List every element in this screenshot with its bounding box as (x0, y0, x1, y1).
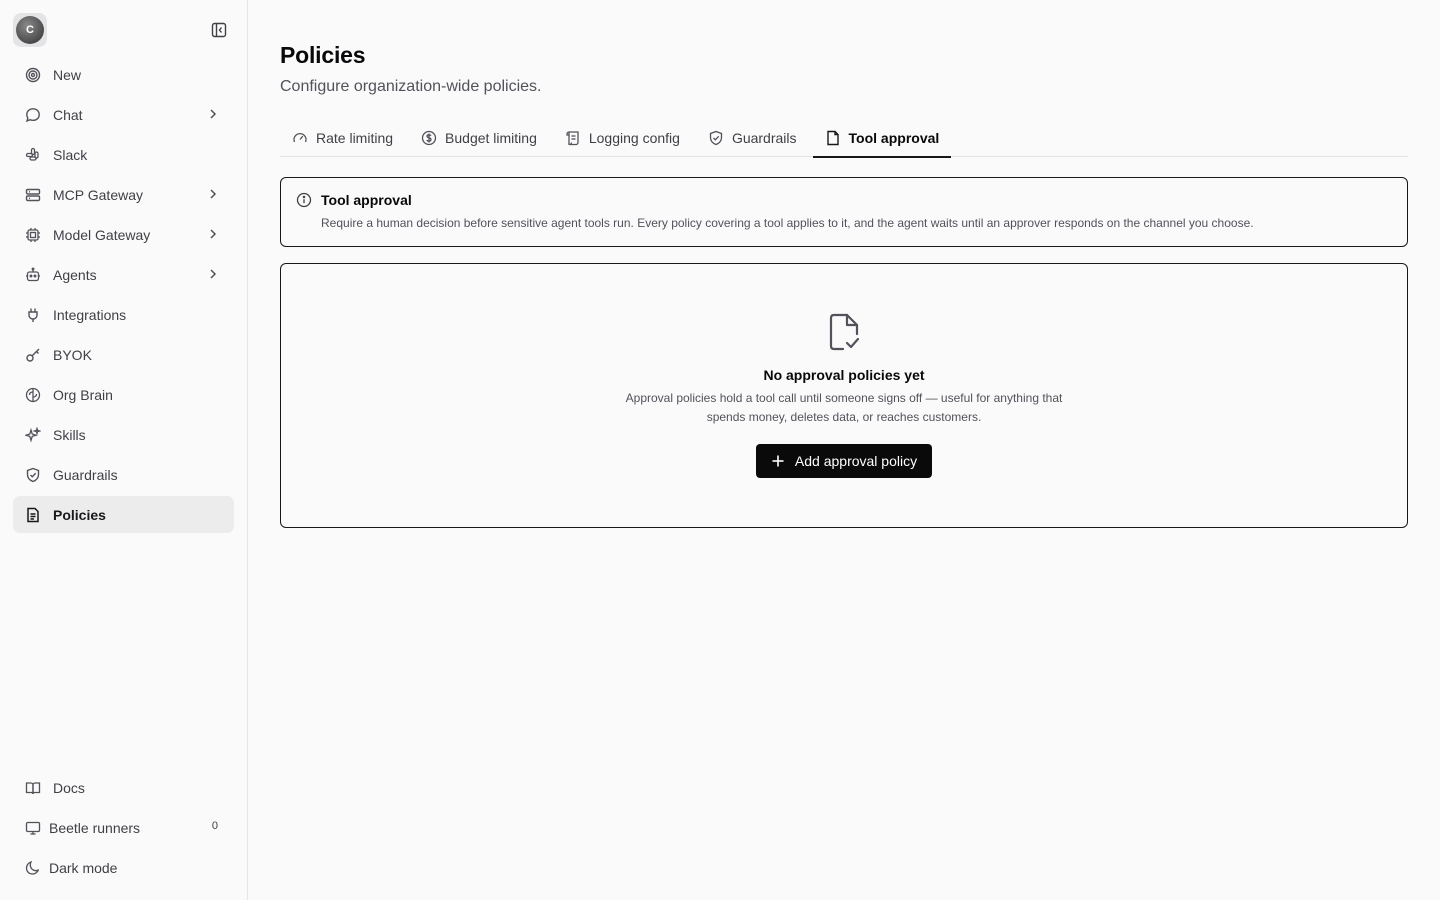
sidebar-item-label: Model Gateway (53, 226, 151, 243)
sidebar-item-label: Policies (53, 506, 106, 523)
sidebar-item-slack[interactable]: Slack (13, 136, 234, 173)
slack-icon (24, 146, 42, 164)
shield-check-icon (708, 130, 724, 146)
sidebar-item-label: Guardrails (53, 466, 118, 483)
empty-state-description: Approval policies hold a tool call until… (625, 391, 1063, 424)
chevron-right-icon (206, 227, 220, 241)
file-check-icon (825, 130, 841, 146)
sidebar-item-policies[interactable]: Policies (13, 496, 234, 533)
sidebar-item-new[interactable]: New (13, 56, 234, 93)
tab-guardrails[interactable]: Guardrails (696, 118, 809, 157)
sidebar-item-label: Dark mode (49, 859, 118, 876)
moon-icon (24, 859, 42, 877)
key-icon (24, 346, 42, 364)
chevron-right-icon (206, 107, 220, 121)
sparkles-icon (24, 426, 42, 444)
server-icon (24, 186, 42, 204)
panel-left-icon (211, 22, 227, 38)
sidebar-item-skills[interactable]: Skills (13, 416, 234, 453)
plus-icon (771, 454, 785, 468)
tab-label: Guardrails (731, 129, 797, 146)
sidebar-collapse-button[interactable] (209, 20, 229, 40)
plug-icon (24, 306, 42, 324)
sidebar-item-label: Chat (53, 106, 83, 123)
gauge-icon (292, 130, 308, 146)
sidebar: C New Chat Slack MCP Gateway Model Gatew… (0, 0, 248, 900)
chat-bubble-icon (24, 106, 42, 124)
target-icon (24, 66, 42, 84)
policy-tabs: Rate limiting Budget limiting Logging co… (280, 118, 1408, 158)
bot-icon (24, 266, 42, 284)
page-title: Policies (280, 42, 366, 68)
sidebar-item-beetle-runners[interactable]: Beetle runners 0 (13, 809, 234, 846)
tab-logging-config[interactable]: Logging config (553, 118, 692, 157)
button-label: Add approval policy (794, 453, 918, 469)
sidebar-item-byok[interactable]: BYOK (13, 336, 234, 373)
add-approval-policy-button[interactable]: Add approval policy (756, 444, 932, 478)
tab-label: Rate limiting (316, 129, 394, 146)
info-description: Require a human decision before sensitiv… (321, 216, 1254, 230)
sidebar-item-org-brain[interactable]: Org Brain (13, 376, 234, 413)
runner-count-badge: 0 (211, 820, 218, 832)
scroll-icon (565, 130, 581, 146)
info-icon (296, 192, 312, 208)
avatar: C (16, 16, 44, 44)
sidebar-bottom-nav: Docs Beetle runners 0 Dark mode (13, 769, 234, 889)
page-subtitle: Configure organization-wide policies. (280, 78, 542, 95)
monitor-icon (24, 819, 42, 837)
shield-check-icon (24, 466, 42, 484)
sidebar-item-docs[interactable]: Docs (13, 769, 234, 806)
sidebar-item-label: Org Brain (53, 386, 113, 403)
sidebar-item-label: Docs (53, 779, 85, 796)
info-title: Tool approval (321, 192, 412, 208)
sidebar-nav: New Chat Slack MCP Gateway Model Gateway… (13, 56, 234, 536)
tab-label: Tool approval (848, 129, 940, 146)
sidebar-item-label: Skills (53, 426, 86, 443)
chevron-right-icon (206, 187, 220, 201)
book-open-icon (24, 779, 42, 797)
sidebar-item-agents[interactable]: Agents (13, 256, 234, 293)
file-check-icon (827, 312, 861, 352)
tab-budget-limiting[interactable]: Budget limiting (409, 118, 549, 157)
tab-tool-approval[interactable]: Tool approval (812, 118, 952, 158)
sidebar-item-mcp-gateway[interactable]: MCP Gateway (13, 176, 234, 213)
sidebar-item-label: New (53, 66, 82, 83)
chevron-right-icon (206, 267, 220, 281)
sidebar-item-label: BYOK (53, 346, 92, 363)
tab-label: Logging config (588, 129, 680, 146)
tool-approval-info-box: Tool approval Require a human decision b… (280, 177, 1408, 247)
sidebar-item-dark-mode[interactable]: Dark mode (13, 849, 234, 886)
sidebar-item-integrations[interactable]: Integrations (13, 296, 234, 333)
sidebar-item-label: Slack (53, 146, 88, 163)
approval-policies-empty-state: No approval policies yet Approval polici… (280, 263, 1408, 528)
empty-state-title: No approval policies yet (763, 367, 925, 383)
sidebar-item-label: Beetle runners (49, 819, 141, 836)
sidebar-item-chat[interactable]: Chat (13, 96, 234, 133)
sidebar-item-label: Integrations (53, 306, 127, 323)
sidebar-item-model-gateway[interactable]: Model Gateway (13, 216, 234, 253)
cpu-icon (24, 226, 42, 244)
sidebar-item-label: MCP Gateway (53, 186, 143, 203)
file-text-icon (24, 506, 42, 524)
org-avatar-button[interactable]: C (13, 13, 47, 47)
sidebar-item-label: Agents (53, 266, 97, 283)
sidebar-item-guardrails[interactable]: Guardrails (13, 456, 234, 493)
tab-rate-limiting[interactable]: Rate limiting (280, 118, 405, 157)
tab-label: Budget limiting (445, 129, 537, 146)
brain-icon (24, 386, 42, 404)
dollar-circle-icon (421, 130, 437, 146)
